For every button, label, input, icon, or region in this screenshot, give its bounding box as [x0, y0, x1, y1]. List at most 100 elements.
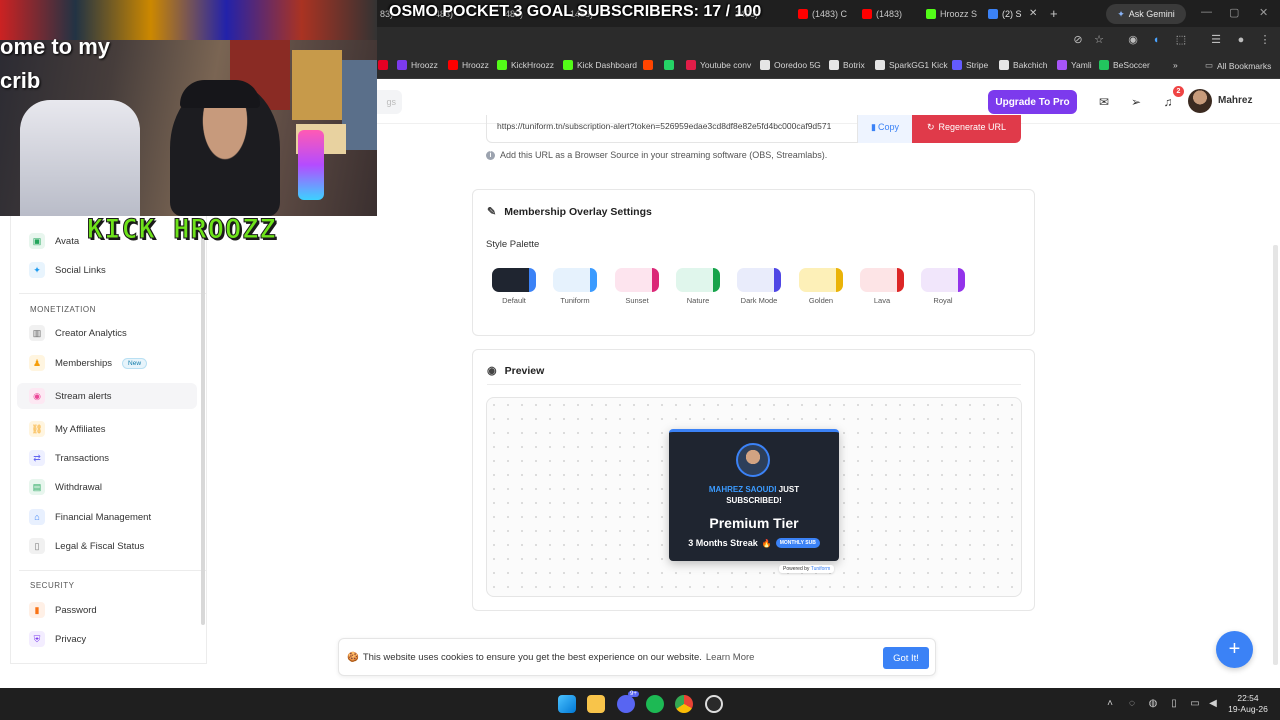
palette-swatch-default[interactable]: [492, 268, 536, 292]
palette-swatch-nature[interactable]: [676, 268, 720, 292]
sidebar-item-stream-alerts[interactable]: ◉ Stream alerts: [17, 383, 197, 409]
sidebar-item-legal-fiscal-status[interactable]: ▯ Legal & Fiscal Status: [17, 533, 197, 559]
page-scrollbar[interactable]: [1273, 245, 1278, 665]
discord-icon[interactable]: [617, 695, 635, 713]
all-bookmarks-folder[interactable]: ▭ All Bookmarks: [1205, 60, 1271, 71]
profile-avatar-icon[interactable]: ●: [1233, 32, 1249, 48]
browser-tab[interactable]: (1483): [862, 4, 902, 24]
subscriber-avatar: [736, 443, 770, 477]
palette-swatch-golden[interactable]: [799, 268, 843, 292]
bookmark-item[interactable]: [664, 60, 674, 70]
palette-swatch-sunset[interactable]: [615, 268, 659, 292]
bar-chart-icon: ▥: [29, 325, 45, 341]
display-icon[interactable]: ▭: [1189, 698, 1201, 710]
sidebar-item-label: Legal & Fiscal Status: [55, 540, 145, 552]
sidebar-item-creator-analytics[interactable]: ▥ Creator Analytics: [17, 320, 197, 346]
bookmark-favicon-icon: [563, 60, 573, 70]
bookmark-item[interactable]: Botrix: [829, 60, 865, 70]
tray-app-icon[interactable]: ◌: [1126, 698, 1138, 710]
sidebar-item-memberships[interactable]: ♟ Memberships New: [17, 350, 197, 376]
bookmark-item[interactable]: Hroozz: [397, 60, 438, 70]
minimize-icon[interactable]: —: [1201, 6, 1212, 18]
upgrade-to-pro-button[interactable]: Upgrade To Pro: [988, 90, 1077, 114]
bookmark-item[interactable]: Yamli: [1057, 60, 1092, 70]
browser-tab[interactable]: Hroozz S: [926, 4, 977, 24]
browser-tab[interactable]: (1483) C: [798, 4, 847, 24]
sidebar-item-social-links[interactable]: ✦ Social Links: [17, 257, 197, 283]
system-clock[interactable]: 22:54 19-Aug-26: [1226, 693, 1270, 715]
extensions-puzzle-icon[interactable]: ⬚: [1173, 32, 1189, 48]
subscription-alert-preview: MAHREZ SAOUDI JUST SUBSCRIBED! Premium T…: [669, 429, 839, 561]
user-avatar[interactable]: [1188, 89, 1212, 113]
inbox-icon[interactable]: ✉: [1096, 94, 1112, 110]
sidebar-item-transactions[interactable]: ⇄ Transactions: [17, 445, 197, 471]
preview-title: ◉ Preview: [487, 364, 544, 378]
tray-expand-icon[interactable]: ˄: [1104, 698, 1116, 710]
document-icon: ▯: [29, 538, 45, 554]
send-icon[interactable]: ➢: [1128, 94, 1144, 110]
regenerate-url-button[interactable]: ↻ Regenerate URL: [912, 115, 1021, 143]
shield-icon: ⛨: [29, 631, 45, 647]
obs-icon[interactable]: [705, 695, 723, 713]
extension-music-icon[interactable]: ◉: [1125, 32, 1141, 48]
sidebar-item-my-affiliates[interactable]: ⛓ My Affiliates: [17, 416, 197, 442]
palette-name: Lava: [873, 296, 891, 305]
reading-list-icon[interactable]: ☰: [1208, 32, 1224, 48]
palette-swatch-royal[interactable]: [921, 268, 965, 292]
swatch-accent-color: [958, 268, 965, 292]
powered-by-text: Powered by: [783, 566, 810, 572]
new-tab-button[interactable]: +: [1050, 6, 1058, 21]
bookmark-favicon-icon: [999, 60, 1009, 70]
bookmark-item[interactable]: Youtube conv: [686, 60, 751, 70]
bookmark-pinterest[interactable]: [378, 60, 388, 70]
microphone-icon[interactable]: ▯: [1168, 698, 1180, 710]
copy-url-button[interactable]: ▮ Copy: [858, 115, 912, 143]
restore-icon[interactable]: ▢: [1229, 6, 1239, 19]
bookmark-item[interactable]: Stripe: [952, 60, 988, 70]
sidebar-item-financial-management[interactable]: ⌂ Financial Management: [17, 504, 197, 530]
bookmarks-overflow-icon[interactable]: »: [1173, 60, 1178, 70]
windows-start-icon[interactable]: [558, 695, 576, 713]
clock-time: 22:54: [1237, 693, 1259, 703]
sidebar-item-password[interactable]: ▮ Password: [17, 597, 197, 623]
bookmark-item[interactable]: BeSoccer: [1099, 60, 1150, 70]
accept-cookies-button[interactable]: Got It!: [883, 647, 929, 669]
spotify-icon[interactable]: [646, 695, 664, 713]
bookmark-label: BeSoccer: [1113, 60, 1150, 70]
tray-app-icon[interactable]: ◍: [1147, 698, 1159, 710]
sidebar-scrollbar[interactable]: [201, 235, 205, 625]
browser-menu-icon[interactable]: ⋮: [1257, 32, 1273, 48]
sidebar-item-withdrawal[interactable]: ▤ Withdrawal: [17, 474, 197, 500]
bookmark-item[interactable]: Hroozz: [448, 60, 489, 70]
palette-swatch-lava[interactable]: [860, 268, 904, 292]
monetization-section-title: MONETIZATION: [30, 305, 96, 314]
browser-tab[interactable]: (2) S: [988, 4, 1022, 24]
bookmark-item[interactable]: SparkGG1 Kick: [875, 60, 948, 70]
star-bookmark-icon[interactable]: ☆: [1091, 32, 1107, 48]
alert-url-field[interactable]: https://tuniform.tn/subscription-alert?t…: [486, 115, 858, 143]
chrome-icon[interactable]: [675, 695, 693, 713]
extension-audio-icon[interactable]: ◖: [1148, 32, 1164, 48]
bookmark-item[interactable]: Bakchich: [999, 60, 1048, 70]
bookmark-favicon-icon: [643, 60, 653, 70]
tracking-off-icon[interactable]: ⊘: [1070, 32, 1086, 48]
learn-more-link[interactable]: Learn More: [706, 652, 755, 663]
bookmark-label: Stripe: [966, 60, 989, 70]
bookmark-item[interactable]: Ooredoo 5G: [760, 60, 821, 70]
palette-swatch-tuniform[interactable]: [553, 268, 597, 292]
sidebar-item-privacy[interactable]: ⛨ Privacy: [17, 626, 197, 652]
bookmark-item[interactable]: [643, 60, 653, 70]
bell-icon[interactable]: ♫: [1160, 94, 1176, 110]
volume-icon[interactable]: ◀: [1207, 698, 1219, 710]
palette-swatch-dark-mode[interactable]: [737, 268, 781, 292]
bookmark-item[interactable]: KickHroozz: [497, 60, 554, 70]
window-close-icon[interactable]: ✕: [1259, 6, 1268, 19]
swatch-accent-color: [836, 268, 843, 292]
add-fab-button[interactable]: +: [1216, 631, 1253, 668]
ask-gemini-button[interactable]: ✦ Ask Gemini: [1106, 4, 1186, 24]
bookmark-item[interactable]: Kick Dashboard: [563, 60, 637, 70]
sidebar-item-label: My Affiliates: [55, 423, 106, 435]
username-label[interactable]: Mahrez: [1218, 95, 1252, 106]
file-explorer-icon[interactable]: [587, 695, 605, 713]
close-tab-icon[interactable]: ✕: [1029, 8, 1037, 19]
